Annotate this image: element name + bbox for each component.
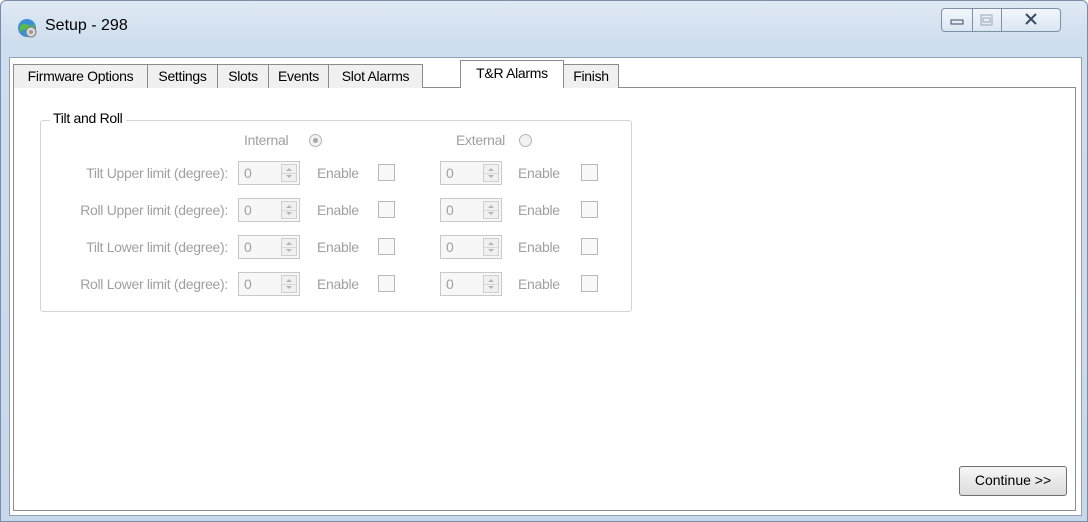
group-title: Tilt and Roll: [50, 110, 126, 126]
external-enable-checkbox[interactable]: [581, 201, 598, 218]
stepper-value: 0: [244, 202, 252, 218]
row-label: Tilt Upper limit (degree):: [86, 165, 228, 181]
setup-window: Setup - 298 Tilt and Roll Internal Exter…: [0, 0, 1088, 522]
stepper-value: 0: [244, 239, 252, 255]
internal-enable-checkbox[interactable]: [378, 164, 395, 181]
internal-value-stepper[interactable]: 0: [238, 272, 300, 296]
row-label: Roll Upper limit (degree):: [80, 202, 228, 218]
stepper-arrows[interactable]: [483, 238, 499, 256]
stepper-value: 0: [244, 276, 252, 292]
tab-tr-alarms[interactable]: T&R Alarms: [460, 60, 564, 88]
stepper-arrows[interactable]: [281, 164, 297, 182]
minimize-button[interactable]: [941, 8, 973, 32]
stepper-arrows[interactable]: [281, 275, 297, 293]
stepper-value: 0: [446, 276, 454, 292]
external-value-stepper[interactable]: 0: [440, 235, 502, 259]
external-enable-checkbox[interactable]: [581, 164, 598, 181]
internal-enable-checkbox[interactable]: [378, 238, 395, 255]
stepper-arrows[interactable]: [483, 164, 499, 182]
stepper-arrows[interactable]: [483, 201, 499, 219]
internal-value-stepper[interactable]: 0: [238, 161, 300, 185]
internal-radio[interactable]: [309, 134, 322, 147]
internal-enable-checkbox[interactable]: [378, 275, 395, 292]
external-value-stepper[interactable]: 0: [440, 272, 502, 296]
external-enable-checkbox[interactable]: [581, 238, 598, 255]
enable-label: Enable: [317, 239, 359, 255]
enable-label: Enable: [518, 276, 560, 292]
tab-slot-alarms[interactable]: Slot Alarms: [328, 64, 423, 88]
maximize-icon: [980, 14, 993, 26]
external-label: External: [456, 132, 505, 148]
stepper-value: 0: [244, 165, 252, 181]
stepper-value: 0: [446, 165, 454, 181]
enable-label: Enable: [317, 202, 359, 218]
internal-label: Internal: [244, 132, 289, 148]
continue-button[interactable]: Continue >>: [959, 466, 1067, 496]
stepper-arrows[interactable]: [281, 201, 297, 219]
tab-events[interactable]: Events: [268, 64, 329, 88]
tab-panel-tr-alarms: Tilt and Roll Internal External Tilt Upp…: [13, 87, 1076, 511]
tab-slots[interactable]: Slots: [217, 64, 269, 88]
title-bar[interactable]: Setup - 298: [1, 1, 1087, 55]
external-value-stepper[interactable]: 0: [440, 198, 502, 222]
globe-gear-icon: [18, 19, 37, 38]
stepper-arrows[interactable]: [483, 275, 499, 293]
minimize-icon: [950, 19, 964, 25]
external-value-stepper[interactable]: 0: [440, 161, 502, 185]
internal-value-stepper[interactable]: 0: [238, 235, 300, 259]
stepper-arrows[interactable]: [281, 238, 297, 256]
tab-finish[interactable]: Finish: [563, 64, 619, 88]
stepper-value: 0: [446, 202, 454, 218]
maximize-button[interactable]: [972, 8, 1002, 32]
enable-label: Enable: [317, 276, 359, 292]
row-label: Roll Lower limit (degree):: [80, 276, 228, 292]
enable-label: Enable: [518, 239, 560, 255]
internal-enable-checkbox[interactable]: [378, 201, 395, 218]
close-icon: [1025, 13, 1037, 25]
row-label: Tilt Lower limit (degree):: [86, 239, 228, 255]
enable-label: Enable: [518, 165, 560, 181]
tab-settings[interactable]: Settings: [147, 64, 218, 88]
window-title: Setup - 298: [45, 17, 128, 34]
enable-label: Enable: [317, 165, 359, 181]
internal-value-stepper[interactable]: 0: [238, 198, 300, 222]
tab-firmware-options[interactable]: Firmware Options: [13, 64, 148, 88]
external-enable-checkbox[interactable]: [581, 275, 598, 292]
close-button[interactable]: [1001, 8, 1061, 32]
enable-label: Enable: [518, 202, 560, 218]
external-radio[interactable]: [519, 134, 532, 147]
stepper-value: 0: [446, 239, 454, 255]
